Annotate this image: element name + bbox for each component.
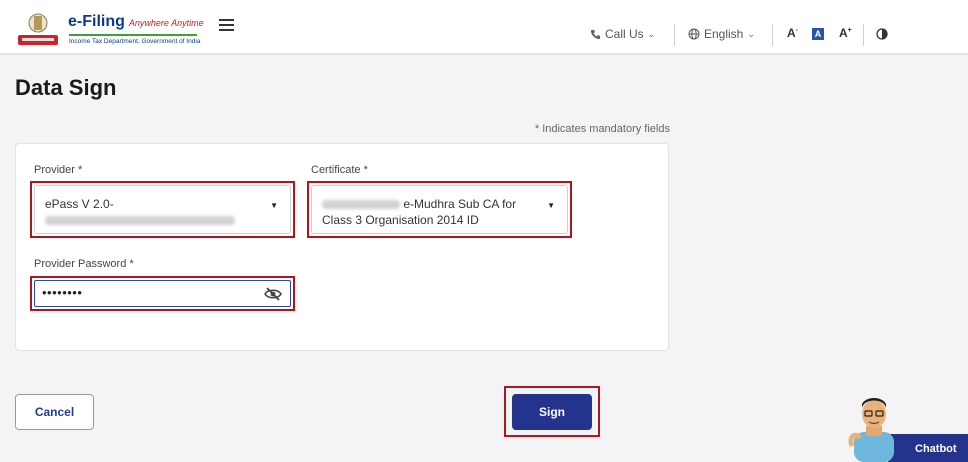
header-divider (772, 24, 773, 46)
provider-label: Provider * (34, 164, 83, 176)
chevron-down-icon: ⌄ (747, 28, 755, 39)
certificate-label: Certificate * (311, 164, 368, 176)
provider-value: ePass V 2.0- (45, 197, 114, 211)
chatbot-widget[interactable]: Chatbot (848, 396, 968, 462)
eye-slash-icon[interactable] (264, 287, 282, 301)
font-decrease-button[interactable]: A- (787, 26, 798, 40)
logo-subtitle: Income Tax Department, Government of Ind… (69, 38, 201, 45)
logo-main-text: e-Filing (68, 13, 125, 30)
font-increase-label: A (839, 26, 848, 40)
certificate-value-redacted (322, 200, 400, 210)
font-default-button[interactable]: A (812, 28, 824, 40)
emblem-logo[interactable] (14, 11, 62, 49)
logo-underline (69, 34, 197, 36)
provider-select[interactable]: ePass V 2.0- ▼ (34, 185, 291, 234)
top-header: e-Filing Anywhere Anytime Income Tax Dep… (0, 0, 968, 53)
phone-icon (590, 29, 601, 39)
password-value: •••••••• (42, 285, 83, 300)
password-label: Provider Password * (34, 258, 134, 270)
globe-icon (688, 28, 700, 40)
hamburger-menu-icon[interactable] (219, 19, 234, 31)
logo-tagline: Anywhere Anytime (128, 18, 204, 28)
header-divider (863, 24, 864, 46)
header-divider (674, 24, 675, 46)
chatbot-avatar-icon (848, 398, 894, 462)
certificate-select[interactable]: e-Mudhra Sub CA for Class 3 Organisation… (311, 185, 568, 234)
certificate-value-line2: Class 3 Organisation 2014 ID (322, 213, 479, 227)
language-dropdown[interactable]: English ⌄ (688, 27, 755, 41)
logo-title: e-Filing Anywhere Anytime (68, 13, 204, 31)
provider-password-input[interactable]: •••••••• (34, 280, 291, 307)
cancel-button[interactable]: Cancel (15, 394, 94, 430)
contrast-icon[interactable] (876, 28, 888, 40)
sign-button[interactable]: Sign (512, 394, 592, 430)
font-increase-button[interactable]: A+ (839, 26, 852, 40)
call-us-label: Call Us (605, 27, 644, 41)
mandatory-note: * Indicates mandatory fields (534, 123, 670, 135)
caret-down-icon: ▼ (547, 201, 555, 210)
font-default-label: A (814, 29, 822, 39)
call-us-dropdown[interactable]: Call Us ⌄ (590, 27, 655, 41)
chevron-down-icon: ⌄ (647, 28, 656, 39)
language-label: English (704, 27, 744, 41)
font-decrease-label: A (787, 26, 796, 40)
certificate-value-line1: e-Mudhra Sub CA for (403, 197, 517, 211)
provider-value-redacted (45, 216, 235, 226)
caret-down-icon: ▼ (270, 201, 278, 210)
page-title: Data Sign (15, 75, 117, 100)
